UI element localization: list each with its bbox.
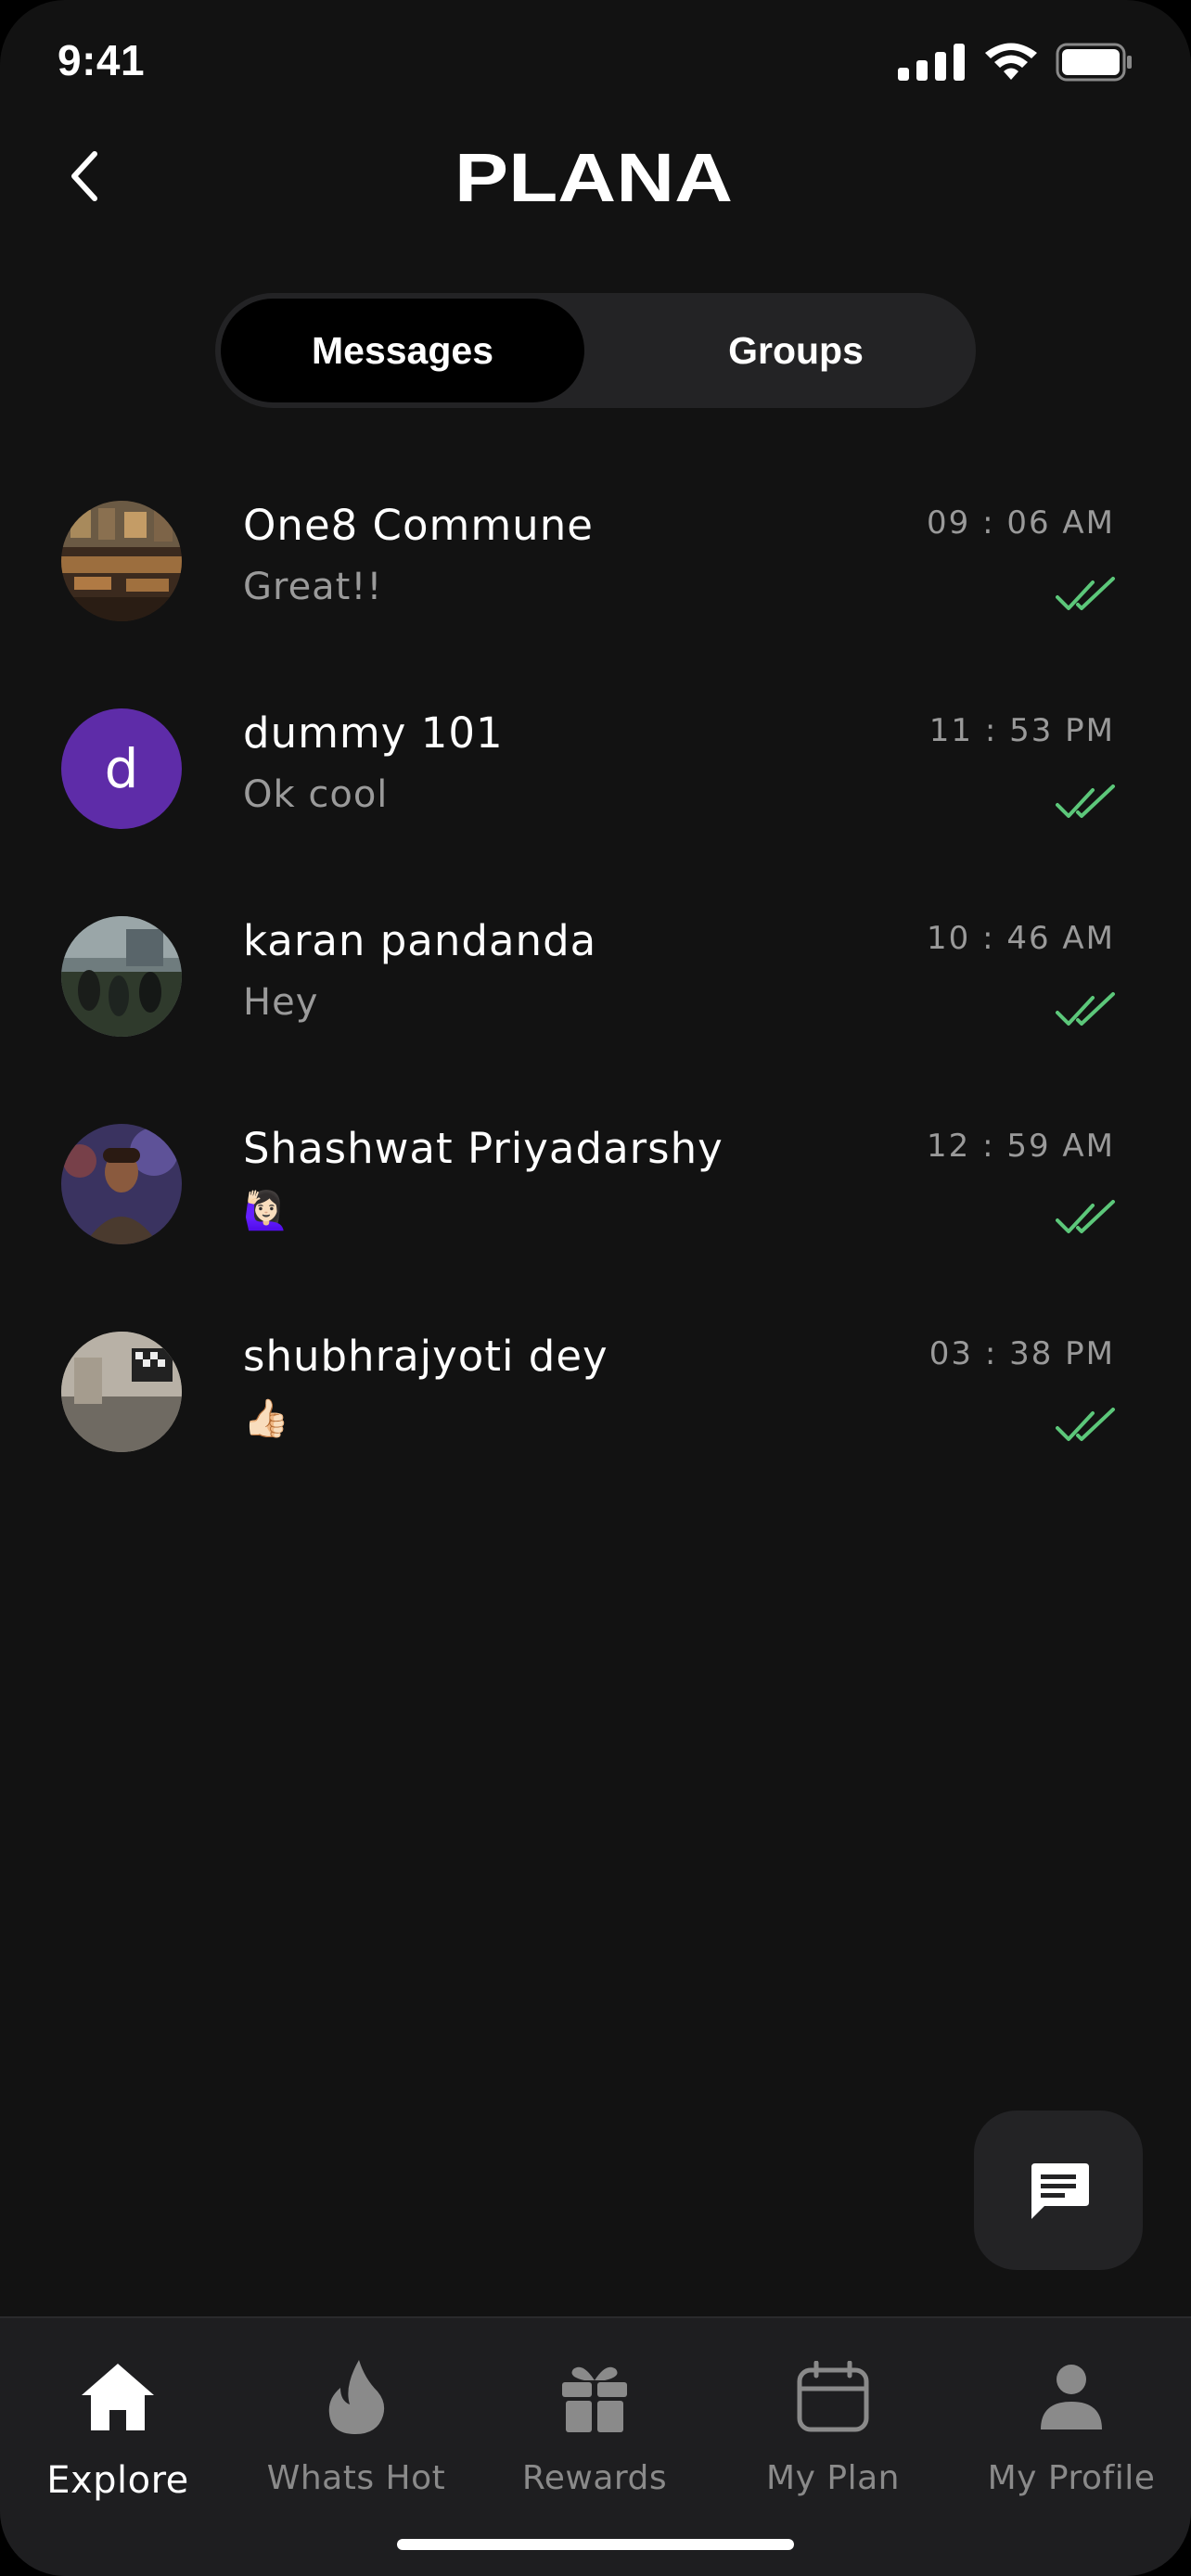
- double-check-icon: [1056, 784, 1115, 818]
- chat-bubble-icon: [1031, 2163, 1089, 2219]
- chat-preview: Ok cool: [243, 773, 389, 816]
- nav-label: My Plan: [766, 2459, 900, 2497]
- double-check-icon: [1056, 992, 1115, 1026]
- double-check-icon: [1056, 1200, 1115, 1233]
- double-check-icon: [1056, 1408, 1115, 1441]
- nav-explore[interactable]: Explore: [6, 2355, 229, 2502]
- chat-time: 03 : 38 PM: [928, 1335, 1115, 1372]
- new-message-button[interactable]: [974, 2111, 1143, 2270]
- chat-time: 09 : 06 AM: [927, 504, 1115, 542]
- chat-preview: 🙋🏻‍♀️: [243, 1190, 290, 1232]
- avatar: [61, 1332, 182, 1452]
- chat-time: 11 : 53 PM: [928, 712, 1115, 749]
- calendar-icon: [791, 2355, 875, 2439]
- chat-row[interactable]: shubhrajyoti dey 👍🏻 03 : 38 PM: [0, 1313, 1191, 1521]
- chat-row[interactable]: One8 Commune Great!! 09 : 06 AM: [0, 482, 1191, 690]
- flame-icon: [314, 2355, 398, 2439]
- chat-preview: Great!!: [243, 566, 383, 608]
- svg-text:PLANA: PLANA: [455, 144, 733, 209]
- chat-row[interactable]: Shashwat Priyadarshy 🙋🏻‍♀️ 12 : 59 AM: [0, 1105, 1191, 1313]
- chat-preview: 👍🏻: [243, 1397, 290, 1440]
- chat-time: 10 : 46 AM: [927, 920, 1115, 957]
- chat-row[interactable]: karan pandanda Hey 10 : 46 AM: [0, 898, 1191, 1105]
- home-indicator: [397, 2539, 794, 2550]
- wifi-icon: [985, 43, 1037, 80]
- avatar: [61, 501, 182, 621]
- battery-icon: [1056, 43, 1132, 82]
- status-time: 9:41: [58, 36, 146, 84]
- chat-name: karan pandanda: [243, 916, 597, 965]
- messages-groups-toggle: Messages Groups: [215, 293, 976, 408]
- tab-messages[interactable]: Messages: [221, 299, 584, 402]
- chat-list: One8 Commune Great!! 09 : 06 AM d dummy …: [0, 482, 1191, 1521]
- cellular-signal-icon: [898, 44, 965, 81]
- person-icon: [1030, 2355, 1113, 2439]
- nav-whats-hot[interactable]: Whats Hot: [245, 2355, 467, 2497]
- avatar: [61, 1124, 182, 1244]
- nav-label: Rewards: [521, 2459, 668, 2497]
- chat-name: One8 Commune: [243, 501, 594, 550]
- chevron-left-icon: [71, 151, 97, 201]
- avatar: [61, 916, 182, 1037]
- gift-icon: [553, 2355, 636, 2439]
- chat-name: Shashwat Priyadarshy: [243, 1124, 724, 1173]
- bottom-nav: Explore Whats Hot Rewards My Plan My Pro…: [0, 2316, 1191, 2576]
- double-check-icon: [1056, 577, 1115, 610]
- tab-groups[interactable]: Groups: [614, 299, 978, 402]
- status-icons: [898, 43, 1133, 82]
- chat-preview: Hey: [243, 981, 319, 1024]
- nav-my-plan[interactable]: My Plan: [722, 2355, 944, 2497]
- avatar: d: [61, 708, 182, 829]
- messages-screen: 9:41 PLANA Messages Groups One8 Commune …: [0, 0, 1191, 2576]
- chat-name: dummy 101: [243, 708, 504, 758]
- nav-label: Explore: [46, 2459, 189, 2502]
- nav-my-profile[interactable]: My Profile: [960, 2355, 1183, 2497]
- chat-name: shubhrajyoti dey: [243, 1332, 608, 1381]
- nav-label: Whats Hot: [266, 2459, 446, 2497]
- chat-time: 12 : 59 AM: [927, 1128, 1115, 1165]
- home-icon: [76, 2355, 160, 2439]
- chat-row[interactable]: d dummy 101 Ok cool 11 : 53 PM: [0, 690, 1191, 898]
- nav-label: My Profile: [987, 2459, 1156, 2497]
- nav-rewards[interactable]: Rewards: [483, 2355, 706, 2497]
- back-button[interactable]: [56, 144, 111, 209]
- plana-logo: PLANA: [455, 144, 733, 209]
